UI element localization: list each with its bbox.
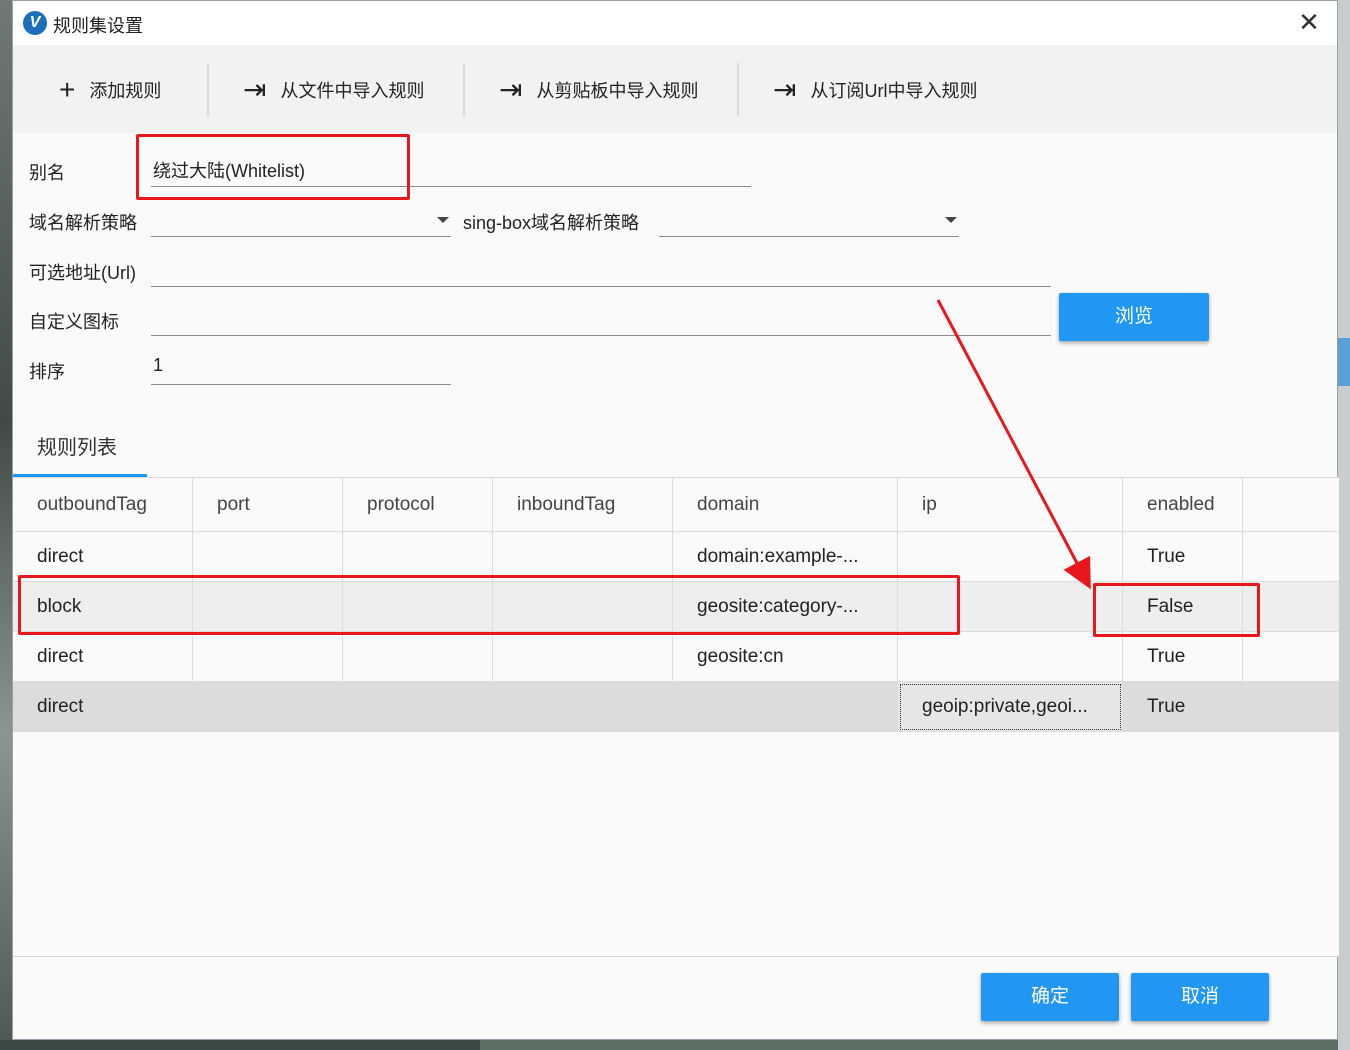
ruleset-settings-dialog: V 规则集设置 ✕ + 添加规则 ⇥ 从文件中导入规则 ⇥ 从剪贴板中导入规则 … — [12, 0, 1339, 1040]
url-field[interactable] — [151, 255, 1051, 287]
table-row-selected[interactable]: direct geoip:private,geoi... True — [13, 682, 1339, 732]
custom-icon-field[interactable] — [151, 304, 1051, 336]
cell-port[interactable] — [193, 682, 343, 732]
cell-ip-focused[interactable]: geoip:private,geoi... — [898, 682, 1123, 732]
import-icon: ⇥ — [773, 74, 797, 105]
import-icon: ⇥ — [243, 74, 267, 105]
cell-port[interactable] — [193, 532, 343, 582]
cell-protocol[interactable] — [343, 582, 493, 632]
cell-domain[interactable]: geosite:category-... — [673, 582, 898, 632]
cancel-button[interactable]: 取消 — [1131, 973, 1269, 1021]
alias-field[interactable]: 绕过大陆(Whitelist) — [151, 155, 751, 187]
toolbar-divider — [207, 63, 209, 117]
column-header-outboundtag[interactable]: outboundTag — [13, 478, 193, 532]
import-from-clipboard-button[interactable]: ⇥ 从剪贴板中导入规则 — [499, 67, 698, 113]
plus-icon: + — [59, 74, 76, 105]
cell-outboundtag[interactable]: direct — [13, 682, 193, 732]
import-from-clipboard-label: 从剪贴板中导入规则 — [536, 81, 699, 101]
column-header-inboundtag[interactable]: inboundTag — [493, 478, 673, 532]
add-rule-label: 添加规则 — [89, 81, 162, 101]
cell-outboundtag[interactable]: block — [13, 582, 193, 632]
desktop-background-left — [0, 0, 12, 1050]
custom-icon-label: 自定义图标 — [29, 312, 119, 332]
toolbar-divider — [463, 63, 465, 117]
cell-domain[interactable]: domain:example-... — [673, 532, 898, 582]
cell-domain[interactable]: geosite:cn — [673, 632, 898, 682]
cell-port[interactable] — [193, 632, 343, 682]
table-row[interactable]: block geosite:category-... False — [13, 582, 1339, 632]
column-header-enabled[interactable]: enabled — [1123, 478, 1243, 532]
import-from-file-button[interactable]: ⇥ 从文件中导入规则 — [243, 67, 424, 113]
cell-enabled[interactable]: True — [1123, 532, 1243, 582]
table-row[interactable]: direct domain:example-... True — [13, 532, 1339, 582]
cell-protocol[interactable] — [343, 532, 493, 582]
import-from-file-label: 从文件中导入规则 — [280, 81, 425, 101]
title-bar: V 规则集设置 ✕ — [13, 1, 1337, 45]
table-row[interactable]: direct geosite:cn True — [13, 632, 1339, 682]
toolbar: + 添加规则 ⇥ 从文件中导入规则 ⇥ 从剪贴板中导入规则 ⇥ 从订阅Url中导… — [13, 45, 1337, 133]
import-icon: ⇥ — [499, 74, 523, 105]
rules-table: outboundTag port protocol inboundTag dom… — [13, 477, 1339, 957]
cell-protocol[interactable] — [343, 632, 493, 682]
cell-ip[interactable] — [898, 632, 1123, 682]
background-window-accent — [1338, 338, 1350, 386]
column-header-ip[interactable]: ip — [898, 478, 1123, 532]
cell-filler — [1243, 532, 1339, 582]
cell-filler — [1243, 682, 1339, 732]
sort-field[interactable]: 1 — [151, 353, 451, 385]
tab-rules-list-label: 规则列表 — [37, 437, 117, 459]
chevron-down-icon — [945, 217, 957, 223]
cell-enabled[interactable]: False — [1123, 582, 1243, 632]
cell-ip[interactable] — [898, 532, 1123, 582]
cell-outboundtag[interactable]: direct — [13, 532, 193, 582]
toolbar-divider — [737, 63, 739, 117]
singbox-dns-strategy-select[interactable] — [659, 205, 959, 237]
dns-strategy-label: 域名解析策略 — [29, 213, 137, 233]
singbox-dns-strategy-label: sing-box域名解析策略 — [463, 213, 640, 233]
alias-label: 别名 — [29, 163, 65, 183]
column-header-filler — [1243, 478, 1339, 532]
cell-domain[interactable] — [673, 682, 898, 732]
close-icon[interactable]: ✕ — [1295, 9, 1323, 37]
window-title: 规则集设置 — [53, 16, 143, 36]
desktop-background-bottom — [0, 1040, 480, 1050]
cell-ip[interactable] — [898, 582, 1123, 632]
browse-button[interactable]: 浏览 — [1059, 293, 1209, 341]
cell-filler — [1243, 632, 1339, 682]
desktop-background-right — [1338, 0, 1350, 1050]
cell-protocol[interactable] — [343, 682, 493, 732]
cell-inboundtag[interactable] — [493, 582, 673, 632]
dns-strategy-select[interactable] — [151, 205, 451, 237]
cell-enabled[interactable]: True — [1123, 682, 1243, 732]
table-header-row: outboundTag port protocol inboundTag dom… — [13, 478, 1339, 532]
chevron-down-icon — [437, 217, 449, 223]
cell-outboundtag[interactable]: direct — [13, 632, 193, 682]
cell-filler — [1243, 582, 1339, 632]
cell-port[interactable] — [193, 582, 343, 632]
cell-enabled[interactable]: True — [1123, 632, 1243, 682]
column-header-domain[interactable]: domain — [673, 478, 898, 532]
add-rule-button[interactable]: + 添加规则 — [59, 67, 161, 113]
cell-inboundtag[interactable] — [493, 632, 673, 682]
import-from-url-button[interactable]: ⇥ 从订阅Url中导入规则 — [773, 67, 977, 113]
sort-label: 排序 — [29, 362, 65, 382]
url-label: 可选地址(Url) — [29, 263, 136, 283]
import-from-url-label: 从订阅Url中导入规则 — [810, 81, 978, 101]
ok-button[interactable]: 确定 — [981, 973, 1119, 1021]
tab-rules-list[interactable]: 规则列表 — [13, 423, 147, 477]
column-header-port[interactable]: port — [193, 478, 343, 532]
cell-inboundtag[interactable] — [493, 682, 673, 732]
cell-inboundtag[interactable] — [493, 532, 673, 582]
column-header-protocol[interactable]: protocol — [343, 478, 493, 532]
app-logo-icon: V — [23, 11, 47, 35]
